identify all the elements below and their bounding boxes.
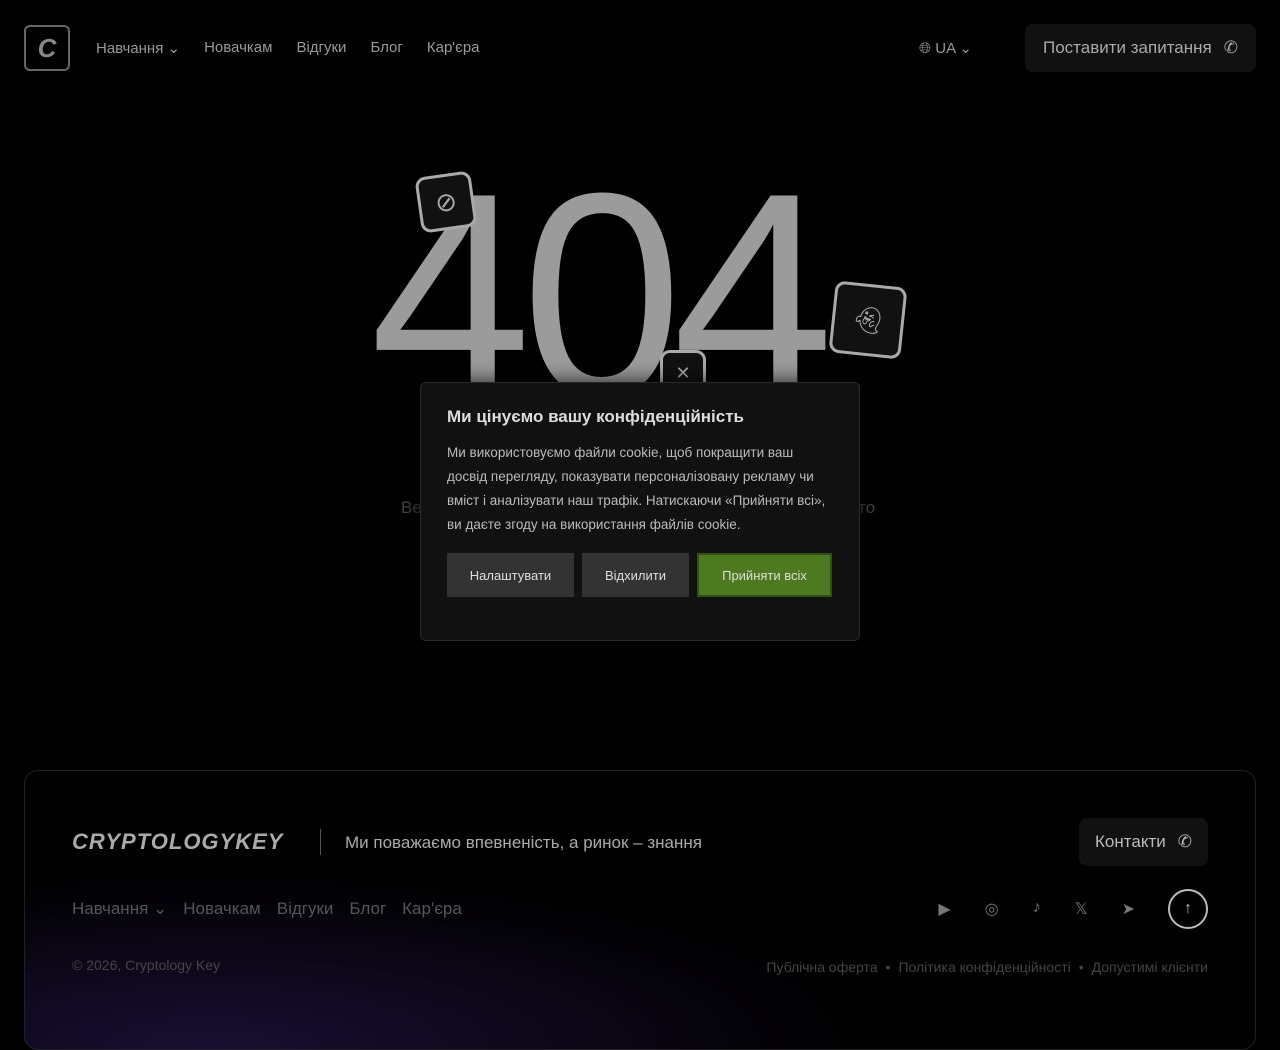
instagram-icon[interactable]: ◎: [985, 899, 999, 919]
block-icon: ⊘: [414, 170, 478, 234]
nav-reviews[interactable]: Відгуки: [296, 39, 346, 57]
footer-nav-training[interactable]: Навчання ⌄: [72, 899, 167, 919]
footer-nav-reviews[interactable]: Відгуки: [277, 899, 334, 919]
language-selector[interactable]: 🌐︎ UA ⌄: [919, 39, 972, 57]
bullet: •: [1078, 959, 1084, 975]
copyright: © 2026, Cryptology Key: [72, 957, 221, 973]
reject-button[interactable]: Відхилити: [582, 553, 689, 597]
description-fragment: то: [858, 498, 876, 517]
x-icon[interactable]: 𝕏: [1075, 899, 1088, 919]
telegram-icon[interactable]: ➤: [1122, 899, 1135, 919]
divider: [320, 829, 321, 855]
nav-blog[interactable]: Блог: [370, 39, 402, 57]
logo[interactable]: C: [24, 25, 70, 71]
cookie-body: Ми використовуємо файли cookie, щоб покр…: [447, 445, 826, 532]
footer-nav-beginners[interactable]: Новачкам: [183, 899, 260, 919]
lang-label: UA: [935, 40, 956, 57]
contacts-label: Контакти: [1095, 832, 1166, 851]
chevron-down-icon: ⌄: [959, 40, 972, 57]
cookie-title: Ми цінуємо вашу конфіденційність: [447, 407, 745, 426]
scroll-top-button[interactable]: ↑: [1168, 889, 1208, 929]
customize-button[interactable]: Налаштувати: [447, 553, 574, 597]
youtube-icon[interactable]: ▶: [938, 899, 950, 919]
phone-icon: ✆: [1223, 38, 1238, 57]
ask-question-button[interactable]: Поставити запитання ✆: [1025, 24, 1256, 72]
nav-training[interactable]: Навчання ⌄: [96, 39, 180, 57]
tiktok-icon[interactable]: ♪: [1033, 899, 1041, 919]
nav-label: Навчання: [72, 899, 149, 918]
description-fragment: Ве: [401, 498, 422, 517]
footer-nav: Навчання ⌄ Новачкам Відгуки Блог Кар'єра: [72, 899, 462, 919]
footer-nav-blog[interactable]: Блог: [349, 899, 386, 919]
nav-label: Навчання: [96, 40, 164, 57]
accept-all-button[interactable]: Прийняти всіх: [697, 553, 832, 597]
globe-icon: 🌐︎: [919, 40, 932, 57]
privacy-policy-link[interactable]: Політика конфіденційності: [898, 959, 1070, 975]
legal-links: Публічна оферта • Політика конфіденційнос…: [766, 959, 1208, 975]
footer: CRYPTOLOGYKEY Ми поважаємо впевненість, …: [24, 770, 1256, 1050]
brand-logo: CRYPTOLOGYKEY: [72, 829, 284, 854]
main-nav: Навчання ⌄ Новачкам Відгуки Блог Кар'єра: [96, 39, 480, 57]
chevron-down-icon: ⌄: [153, 899, 168, 918]
header: C Навчання ⌄ Новачкам Відгуки Блог Кар'є…: [24, 24, 1256, 72]
ghost-icon: 👻︎: [828, 280, 908, 360]
chevron-down-icon: ⌄: [167, 40, 181, 57]
slogan: Ми поважаємо впевненість, а ринок – знан…: [345, 833, 702, 852]
nav-career[interactable]: Кар'єра: [427, 39, 480, 57]
nav-beginners[interactable]: Новачкам: [204, 39, 272, 57]
public-offer-link[interactable]: Публічна оферта: [766, 959, 877, 975]
phone-icon: ✆: [1177, 832, 1192, 851]
arrow-up-icon: ↑: [1184, 900, 1192, 917]
footer-nav-career[interactable]: Кар'єра: [402, 899, 462, 919]
bullet: •: [885, 959, 891, 975]
social-links: ▶ ◎ ♪ 𝕏 ➤: [938, 899, 1135, 919]
ask-label: Поставити запитання: [1043, 38, 1212, 57]
cookie-consent-dialog: Ми цінуємо вашу конфіденційність Ми вико…: [420, 382, 860, 641]
allowed-clients-link[interactable]: Допустимі клієнти: [1092, 959, 1208, 975]
contacts-button[interactable]: Контакти ✆: [1079, 818, 1208, 866]
